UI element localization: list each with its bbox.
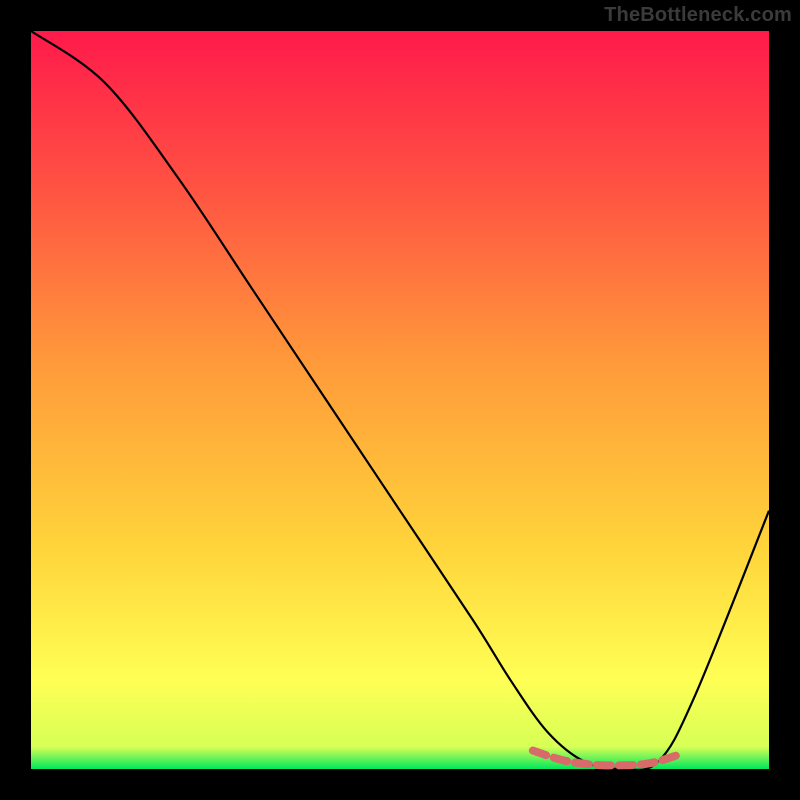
watermark-label: TheBottleneck.com — [604, 4, 792, 27]
bottleneck-chart — [0, 0, 800, 800]
plot-background — [31, 31, 769, 769]
chart-root: TheBottleneck.com — [0, 0, 800, 800]
